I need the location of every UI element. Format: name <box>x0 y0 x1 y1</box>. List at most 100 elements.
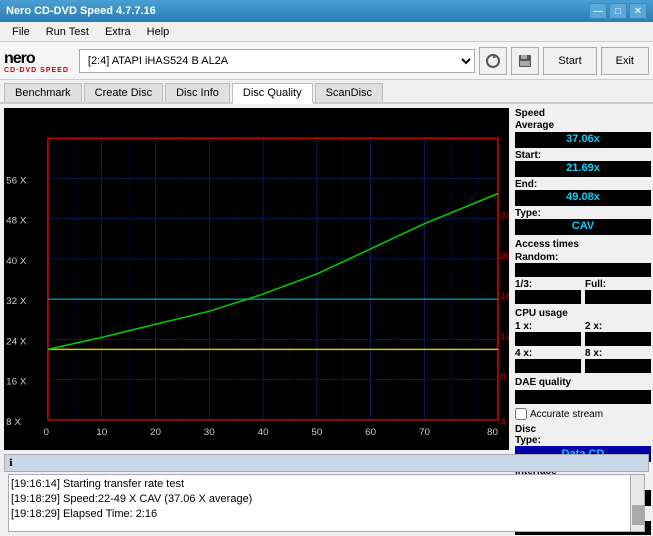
log-area[interactable]: [19:16:14] Starting transfer rate test [… <box>8 474 645 532</box>
svg-text:24 X: 24 X <box>6 337 27 348</box>
cpu4x-label: 4 x: <box>515 348 581 359</box>
end-value: 49.08x <box>515 190 651 206</box>
menu-run-test[interactable]: Run Test <box>38 24 97 40</box>
right-panel: Speed Average 37.06x Start: 21.69x End: … <box>513 104 653 454</box>
window-controls[interactable]: — □ ✕ <box>589 3 647 19</box>
start-label: Start: <box>515 150 651 161</box>
tab-scan-disc[interactable]: ScanDisc <box>315 83 383 102</box>
cpu2x-value <box>585 332 651 346</box>
cpu2x-label: 2 x: <box>585 321 651 332</box>
svg-text:40 X: 40 X <box>6 256 27 267</box>
type-col: Type: CAV <box>515 208 651 235</box>
svg-text:20: 20 <box>150 427 161 438</box>
logo: nero CD·DVD SPEED <box>4 48 69 74</box>
menu-help[interactable]: Help <box>139 24 178 40</box>
access-row: Random: <box>515 252 651 277</box>
svg-text:4: 4 <box>500 417 506 428</box>
disc-type-sub: Type: <box>515 435 651 446</box>
end-col: End: 49.08x <box>515 179 651 206</box>
onethird-label: 1/3: <box>515 279 581 290</box>
refresh-button[interactable] <box>479 47 507 75</box>
full-value <box>585 290 651 304</box>
full-label: Full: <box>585 279 651 290</box>
cpu1x-label: 1 x: <box>515 321 581 332</box>
menu-bar: File Run Test Extra Help <box>0 22 653 42</box>
svg-text:12: 12 <box>500 332 509 343</box>
type-label: Type: <box>515 208 651 219</box>
cpu8x-label: 8 x: <box>585 348 651 359</box>
cpu1x-value <box>515 332 581 346</box>
svg-text:16: 16 <box>500 291 509 302</box>
log-container: ℹ [19:16:14] Starting transfer rate test… <box>4 454 649 534</box>
type-value: CAV <box>515 219 651 235</box>
cpu-header: CPU usage <box>515 308 651 319</box>
drive-selector[interactable]: [2:4] ATAPI iHAS524 B AL2A <box>79 49 476 73</box>
svg-text:10: 10 <box>96 427 107 438</box>
end-row: End: 49.08x <box>515 179 651 206</box>
tab-disc-quality[interactable]: Disc Quality <box>232 83 313 104</box>
svg-text:48 X: 48 X <box>6 216 27 227</box>
random-label: Random: <box>515 252 651 263</box>
speed-section: Speed Average 37.06x <box>515 108 651 148</box>
maximize-button[interactable]: □ <box>609 3 627 19</box>
logo-sub: CD·DVD SPEED <box>4 67 69 74</box>
main-content: 8 X 16 X 24 X 32 X 40 X 48 X 56 X 0 10 2… <box>0 104 653 454</box>
end-label: End: <box>515 179 651 190</box>
dae-header: DAE quality <box>515 377 651 388</box>
access-header: Access times <box>515 239 651 250</box>
svg-text:0: 0 <box>44 427 50 438</box>
chart-area: 8 X 16 X 24 X 32 X 40 X 48 X 56 X 0 10 2… <box>4 108 509 450</box>
type-row: Type: CAV <box>515 208 651 235</box>
title-bar: Nero CD-DVD Speed 4.7.7.16 — □ ✕ <box>0 0 653 22</box>
menu-extra[interactable]: Extra <box>97 24 139 40</box>
log-entry-0: [19:16:14] Starting transfer rate test <box>11 477 642 492</box>
cpu4x-value <box>515 359 581 373</box>
tab-benchmark[interactable]: Benchmark <box>4 83 82 102</box>
close-button[interactable]: ✕ <box>629 3 647 19</box>
tab-create-disc[interactable]: Create Disc <box>84 83 163 102</box>
speed-label: Speed <box>515 108 651 119</box>
svg-text:32 X: 32 X <box>6 297 27 308</box>
svg-text:70: 70 <box>419 427 430 438</box>
svg-text:50: 50 <box>311 427 322 438</box>
log-scrollbar[interactable] <box>630 475 644 531</box>
random-value <box>515 263 651 277</box>
minimize-button[interactable]: — <box>589 3 607 19</box>
average-label: Average <box>515 120 651 131</box>
cpu8x-value <box>585 359 651 373</box>
disc-type-label: Disc <box>515 424 651 435</box>
svg-text:20: 20 <box>500 251 509 262</box>
toolbar: nero CD·DVD SPEED [2:4] ATAPI iHAS524 B … <box>0 42 653 80</box>
svg-text:40: 40 <box>258 427 269 438</box>
dae-value <box>515 390 651 404</box>
svg-text:30: 30 <box>204 427 215 438</box>
accurate-label: Accurate <box>530 409 569 420</box>
svg-text:nero: nero <box>4 50 36 66</box>
svg-text:8 X: 8 X <box>6 417 22 428</box>
svg-text:8: 8 <box>500 372 506 383</box>
svg-text:56 X: 56 X <box>6 176 27 187</box>
average-value: 37.06x <box>515 132 651 148</box>
save-button[interactable] <box>511 47 539 75</box>
exit-button[interactable]: Exit <box>601 47 649 75</box>
start-end-row: Start: 21.69x <box>515 150 651 177</box>
start-col: Start: 21.69x <box>515 150 651 177</box>
start-button[interactable]: Start <box>543 47 596 75</box>
accurate-stream-row: Accurate stream <box>515 408 651 420</box>
tab-bar: Benchmark Create Disc Disc Info Disc Qua… <box>0 80 653 104</box>
start-value: 21.69x <box>515 161 651 177</box>
accurate-stream-checkbox[interactable] <box>515 408 527 420</box>
log-entry-2: [19:18:29] Elapsed Time: 2:16 <box>11 507 642 522</box>
stream-label: stream <box>572 409 603 420</box>
tab-disc-info[interactable]: Disc Info <box>165 83 230 102</box>
window-title: Nero CD-DVD Speed 4.7.7.16 <box>6 5 156 17</box>
random-col: Random: <box>515 252 651 277</box>
svg-text:80: 80 <box>487 427 498 438</box>
chart-svg: 8 X 16 X 24 X 32 X 40 X 48 X 56 X 0 10 2… <box>4 108 509 450</box>
svg-text:16 X: 16 X <box>6 377 27 388</box>
menu-file[interactable]: File <box>4 24 38 40</box>
scrollbar-thumb[interactable] <box>632 505 644 525</box>
onethird-value <box>515 290 581 304</box>
svg-text:24: 24 <box>500 211 509 222</box>
log-entry-1: [19:18:29] Speed:22-49 X CAV (37.06 X av… <box>11 492 642 507</box>
